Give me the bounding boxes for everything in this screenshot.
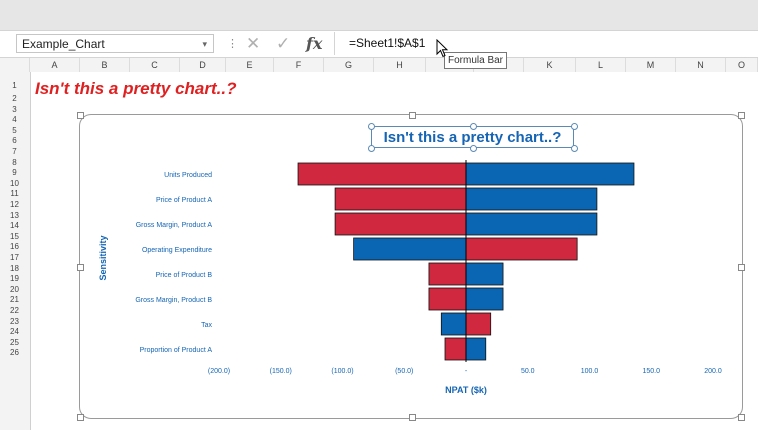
- row-header-16[interactable]: 16: [0, 242, 29, 252]
- column-header-k[interactable]: K: [524, 58, 576, 72]
- column-headers: ABCDEFGHIJKLMNO: [0, 58, 758, 73]
- ribbon-area: [0, 0, 758, 30]
- name-box[interactable]: Example_Chart ▾: [16, 34, 214, 53]
- column-header-l[interactable]: L: [576, 58, 626, 72]
- row-headers: 1 2 3 4 5 6 7 8 9 10 11 12 13 14 15 16 17 18 19 20 21 22 23 24 2…: [0, 72, 31, 430]
- row-header-19[interactable]: 19: [0, 274, 29, 284]
- resize-handle[interactable]: [409, 414, 416, 421]
- column-header-c[interactable]: C: [130, 58, 180, 72]
- row-header-10[interactable]: 10: [0, 179, 29, 189]
- title-handle[interactable]: [571, 123, 578, 130]
- row-header-24[interactable]: 24: [0, 327, 29, 337]
- resize-handle[interactable]: [77, 112, 84, 119]
- row-header-26[interactable]: 26: [0, 348, 29, 358]
- title-handle[interactable]: [470, 123, 477, 130]
- row-header-2[interactable]: 2: [0, 94, 29, 104]
- column-header-a[interactable]: A: [30, 58, 80, 72]
- row-header-12[interactable]: 12: [0, 200, 29, 210]
- row-header-15[interactable]: 15: [0, 232, 29, 242]
- enter-icon[interactable]: ✓: [276, 32, 290, 55]
- formula-buttons: ✕ ✓ fx: [238, 32, 330, 55]
- row-header-21[interactable]: 21: [0, 295, 29, 305]
- resize-handle[interactable]: [738, 264, 745, 271]
- row-header-13[interactable]: 13: [0, 211, 29, 221]
- resize-handle[interactable]: [77, 414, 84, 421]
- column-header-h[interactable]: H: [374, 58, 426, 72]
- row-header-1[interactable]: 1: [0, 81, 29, 91]
- title-handle[interactable]: [368, 145, 375, 152]
- column-header-d[interactable]: D: [180, 58, 226, 72]
- row-header-23[interactable]: 23: [0, 317, 29, 327]
- row-header-14[interactable]: 14: [0, 221, 29, 231]
- row-header-4[interactable]: 4: [0, 115, 29, 125]
- row-header-5[interactable]: 5: [0, 126, 29, 136]
- row-header-6[interactable]: 6: [0, 136, 29, 146]
- resize-handle[interactable]: [77, 264, 84, 271]
- row-header-18[interactable]: 18: [0, 264, 29, 274]
- column-header-n[interactable]: N: [676, 58, 726, 72]
- formula-input[interactable]: =Sheet1!$A$1: [334, 32, 758, 55]
- row-header-17[interactable]: 17: [0, 253, 29, 263]
- row-header-9[interactable]: 9: [0, 168, 29, 178]
- column-header-m[interactable]: M: [626, 58, 676, 72]
- chart-area[interactable]: [77, 112, 745, 421]
- column-header-g[interactable]: G: [324, 58, 374, 72]
- mouse-pointer-icon: [436, 39, 449, 58]
- column-header-f[interactable]: F: [274, 58, 324, 72]
- row-header-7[interactable]: 7: [0, 147, 29, 157]
- row-header-8[interactable]: 8: [0, 158, 29, 168]
- resize-handle[interactable]: [409, 112, 416, 119]
- tooltip: Formula Bar: [444, 52, 508, 69]
- cancel-icon[interactable]: ✕: [246, 32, 260, 55]
- chevron-down-icon[interactable]: ▾: [202, 35, 207, 54]
- row-header-11[interactable]: 11: [0, 189, 29, 199]
- formula-bar: Example_Chart ▾ ⋮ ✕ ✓ fx =Sheet1!$A$1: [0, 30, 758, 58]
- formula-bar-grip-icon: ⋮: [227, 38, 238, 50]
- title-handle[interactable]: [368, 123, 375, 130]
- row-header-20[interactable]: 20: [0, 285, 29, 295]
- column-header-o[interactable]: O: [726, 58, 758, 72]
- row-header-3[interactable]: 3: [0, 105, 29, 115]
- name-box-value: Example_Chart: [22, 37, 105, 51]
- row-header-22[interactable]: 22: [0, 306, 29, 316]
- resize-handle[interactable]: [738, 112, 745, 119]
- insert-function-icon[interactable]: fx: [306, 32, 322, 55]
- title-handle[interactable]: [571, 145, 578, 152]
- column-header-b[interactable]: B: [80, 58, 130, 72]
- column-header-e[interactable]: E: [226, 58, 274, 72]
- title-handle[interactable]: [470, 145, 477, 152]
- select-all-corner[interactable]: [0, 58, 30, 72]
- row-header-25[interactable]: 25: [0, 338, 29, 348]
- cell-a1-text[interactable]: Isn't this a pretty chart..?: [35, 79, 236, 99]
- resize-handle[interactable]: [738, 414, 745, 421]
